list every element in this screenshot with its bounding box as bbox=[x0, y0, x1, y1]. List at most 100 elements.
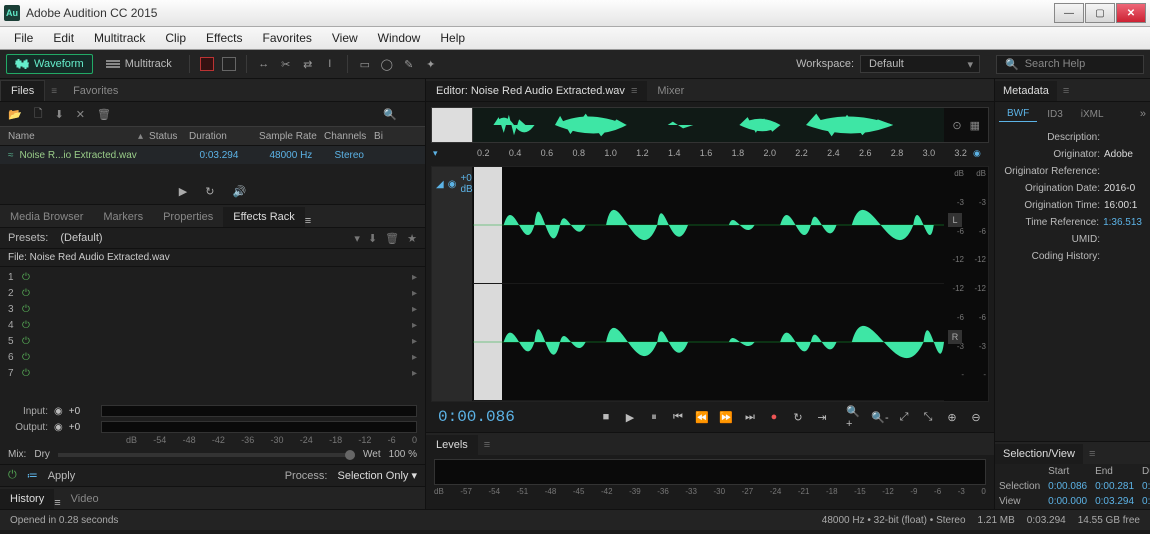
waveform-display[interactable]: ◢◉+0 dB L R bbox=[431, 166, 989, 402]
zoom-in-button[interactable]: 🔍+ bbox=[846, 408, 866, 426]
fx-slot[interactable]: 1⏻▸ bbox=[0, 269, 425, 285]
tab-media-browser[interactable]: Media Browser bbox=[0, 207, 93, 227]
forward-button[interactable]: ⏩ bbox=[716, 408, 736, 426]
menu-edit[interactable]: Edit bbox=[43, 28, 84, 48]
zoom-navigator-icon[interactable]: ⊙ bbox=[952, 119, 961, 132]
razor-tool[interactable]: ✂ bbox=[277, 56, 295, 72]
chevron-right-icon[interactable]: ▸ bbox=[412, 272, 417, 283]
tab-levels[interactable]: Levels bbox=[426, 435, 478, 455]
view-duration[interactable]: 0:03.294 bbox=[1138, 494, 1150, 509]
fx-slot[interactable]: 7⏻▸ bbox=[0, 365, 425, 381]
maximize-button[interactable]: ▢ bbox=[1085, 3, 1115, 23]
preset-star-icon[interactable]: ★ bbox=[407, 232, 417, 245]
col-name[interactable]: Name bbox=[8, 131, 148, 142]
power-icon[interactable]: ⏻ bbox=[22, 368, 30, 379]
spectral-frequency-button[interactable] bbox=[198, 56, 216, 72]
minimize-button[interactable]: — bbox=[1054, 3, 1084, 23]
gain-knob-icon[interactable]: ◉ bbox=[448, 179, 457, 190]
files-search-icon[interactable]: 🔍 bbox=[383, 108, 397, 121]
time-selection-tool[interactable]: I bbox=[321, 56, 339, 72]
process-mode-select[interactable]: Selection Only ▾ bbox=[337, 469, 417, 482]
presets-value[interactable]: (Default) bbox=[54, 232, 108, 244]
preset-save-icon[interactable]: ⬇ bbox=[368, 232, 377, 245]
move-tool[interactable]: ↔ bbox=[255, 56, 273, 72]
power-icon[interactable]: ⏻ bbox=[22, 336, 30, 347]
power-icon[interactable]: ⏻ bbox=[22, 304, 30, 315]
fx-slot[interactable]: 6⏻▸ bbox=[0, 349, 425, 365]
subtab-bwf[interactable]: BWF bbox=[999, 106, 1037, 122]
tab-markers[interactable]: Markers bbox=[93, 207, 153, 227]
loop-icon[interactable]: 🔊 bbox=[232, 185, 246, 198]
hud-icon[interactable]: ◉ bbox=[973, 148, 989, 166]
meta-orig-date-value[interactable]: 2016-0 bbox=[1104, 183, 1142, 194]
marquee-tool[interactable]: ▭ bbox=[356, 56, 374, 72]
spectral-pitch-button[interactable] bbox=[220, 56, 238, 72]
preset-dropdown-icon[interactable]: ▾ bbox=[354, 232, 360, 245]
meta-time-ref-value[interactable]: 1:36.513 bbox=[1103, 217, 1142, 228]
workspace-select[interactable]: Default bbox=[860, 55, 980, 73]
zoom-in-point-button[interactable]: ⊕ bbox=[942, 408, 962, 426]
playhead-marker-icon[interactable]: ▾ bbox=[433, 148, 438, 159]
overview-bar[interactable]: ⊙ ▦ bbox=[431, 107, 989, 143]
files-tab-menu[interactable]: ≡ bbox=[45, 82, 63, 101]
input-gain[interactable]: +0 bbox=[69, 406, 95, 417]
selection-view-menu[interactable]: ≡ bbox=[1083, 444, 1101, 464]
meta-coding-value[interactable] bbox=[1104, 251, 1142, 262]
menu-favorites[interactable]: Favorites bbox=[253, 28, 322, 48]
fx-slot[interactable]: 4⏻▸ bbox=[0, 317, 425, 333]
time-ruler[interactable]: ▾ 0.20.40.60.81.01.21.41.61.82.02.22.42.… bbox=[431, 148, 989, 166]
fx-slot[interactable]: 5⏻▸ bbox=[0, 333, 425, 349]
rack-list-icon[interactable]: ≔ bbox=[27, 469, 38, 482]
zoom-full-icon[interactable]: ▦ bbox=[970, 119, 980, 132]
waveform-mode-button[interactable]: Waveform bbox=[6, 54, 93, 74]
go-to-start-button[interactable]: ⏮ bbox=[668, 408, 688, 426]
rack-power-icon[interactable]: ⏻ bbox=[8, 469, 17, 482]
metadata-menu[interactable]: ≡ bbox=[1057, 81, 1075, 101]
play-icon[interactable]: ▶ bbox=[179, 185, 187, 198]
pause-button[interactable]: ⏸ bbox=[644, 408, 664, 426]
right-channel-waveform[interactable]: R bbox=[473, 284, 944, 401]
power-icon[interactable]: ⏻ bbox=[22, 352, 30, 363]
new-file-icon[interactable]: 🗋 bbox=[34, 105, 43, 124]
editor-tab-menu[interactable]: ≡ bbox=[631, 85, 637, 97]
volume-icon[interactable]: ◢ bbox=[436, 179, 444, 190]
meta-orig-time-value[interactable]: 16:00:1 bbox=[1104, 200, 1142, 211]
meta-description-value[interactable] bbox=[1104, 132, 1142, 143]
file-row[interactable]: ≈ Noise R...io Extracted.wav 0:03.294 48… bbox=[0, 146, 425, 164]
col-duration[interactable]: Duration bbox=[189, 131, 259, 142]
slip-tool[interactable]: ⇄ bbox=[299, 56, 317, 72]
left-channel-waveform[interactable]: L bbox=[473, 167, 944, 284]
tab-selection-view[interactable]: Selection/View bbox=[995, 444, 1083, 464]
tab-properties[interactable]: Properties bbox=[153, 207, 223, 227]
selection-duration[interactable]: 0:00.195 bbox=[1138, 479, 1150, 494]
editor-tab[interactable]: Editor: Noise Red Audio Extracted.wav ≡ bbox=[426, 81, 647, 101]
menu-multitrack[interactable]: Multitrack bbox=[84, 28, 155, 48]
output-knob-icon[interactable]: ◉ bbox=[54, 422, 63, 433]
selection-start[interactable]: 0:00.086 bbox=[1044, 479, 1091, 494]
col-channels[interactable]: Channels bbox=[324, 131, 374, 142]
tab-effects-rack[interactable]: Effects Rack bbox=[223, 207, 305, 227]
auto-play-icon[interactable]: ↻ bbox=[205, 185, 214, 198]
menu-help[interactable]: Help bbox=[430, 28, 475, 48]
spot-healing-tool[interactable]: ✦ bbox=[422, 56, 440, 72]
apply-button[interactable]: Apply bbox=[48, 470, 76, 482]
output-gain[interactable]: +0 bbox=[69, 422, 95, 433]
power-icon[interactable]: ⏻ bbox=[22, 272, 30, 283]
menu-window[interactable]: Window bbox=[368, 28, 431, 48]
trash-icon[interactable]: 🗑 bbox=[97, 108, 111, 121]
subtab-ixml[interactable]: iXML bbox=[1073, 107, 1112, 122]
import-icon[interactable]: ⬇ bbox=[55, 108, 64, 121]
menu-view[interactable]: View bbox=[322, 28, 368, 48]
tab-video[interactable]: Video bbox=[61, 489, 109, 509]
stop-button[interactable]: ■ bbox=[596, 408, 616, 426]
power-icon[interactable]: ⏻ bbox=[22, 320, 30, 331]
play-button[interactable]: ▶ bbox=[620, 408, 640, 426]
fx-slot[interactable]: 3⏻▸ bbox=[0, 301, 425, 317]
preset-delete-icon[interactable]: 🗑 bbox=[385, 232, 399, 245]
menu-clip[interactable]: Clip bbox=[155, 28, 196, 48]
tab-history[interactable]: History bbox=[0, 489, 54, 509]
power-icon[interactable]: ⏻ bbox=[22, 288, 30, 299]
overview-waveform[interactable] bbox=[473, 108, 944, 142]
mixer-tab[interactable]: Mixer bbox=[647, 81, 694, 101]
col-status[interactable]: Status bbox=[149, 131, 189, 142]
